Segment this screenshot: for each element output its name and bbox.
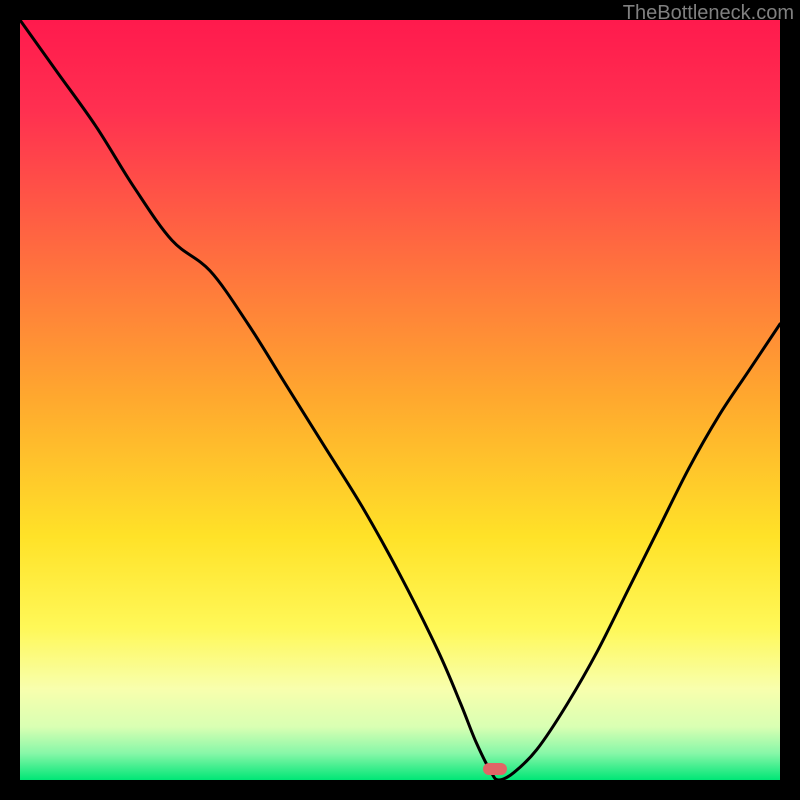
gradient-background [20, 20, 780, 780]
chart-frame: TheBottleneck.com [0, 0, 800, 800]
optimal-point-marker [483, 763, 507, 775]
plot-area [20, 20, 780, 780]
